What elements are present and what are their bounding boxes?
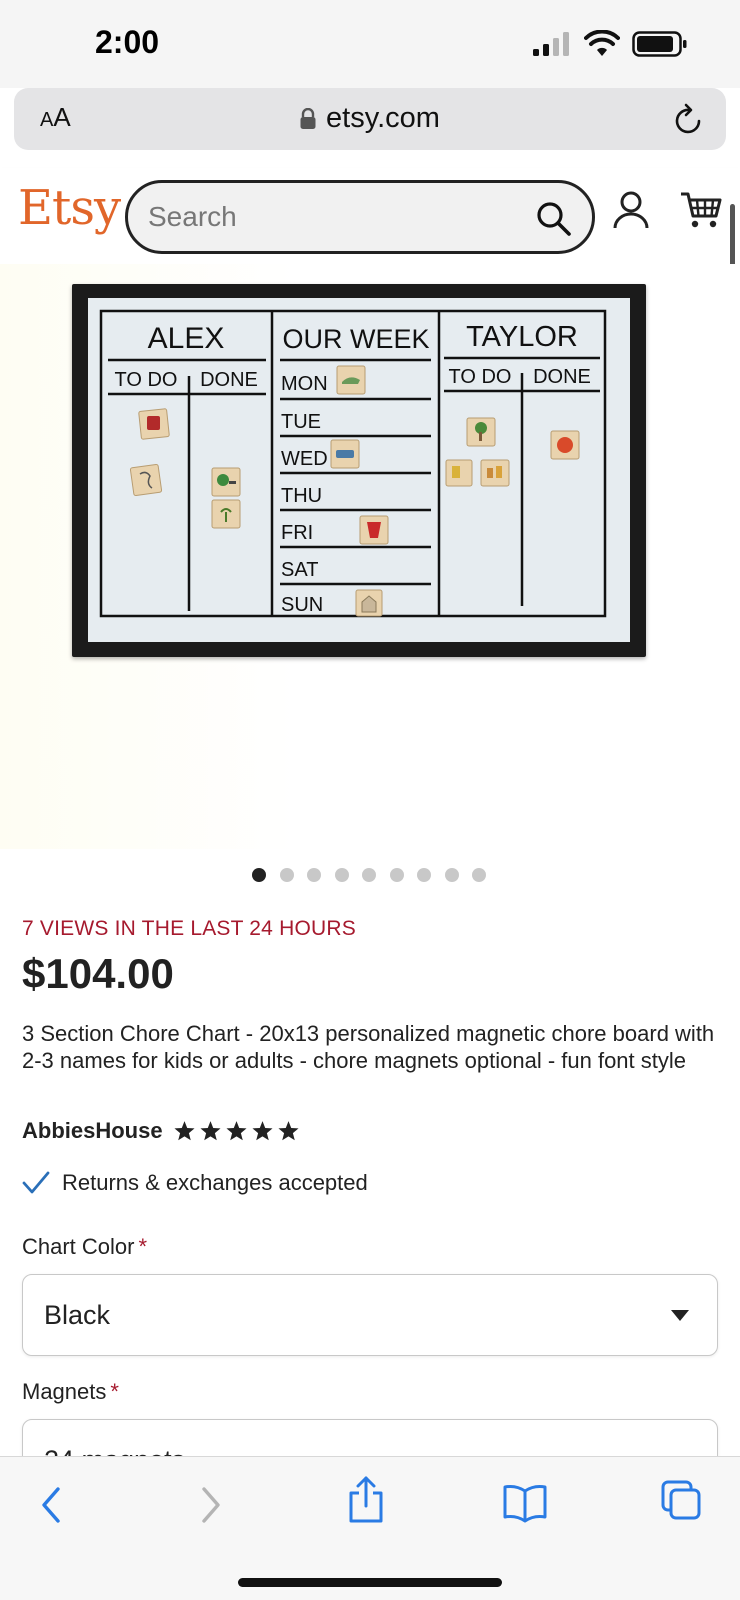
board-name-right: TAYLOR bbox=[466, 321, 578, 353]
star-icon bbox=[252, 1121, 273, 1141]
chore-magnet bbox=[550, 430, 580, 460]
cellular-signal-icon bbox=[533, 32, 569, 56]
back-icon[interactable] bbox=[36, 1483, 66, 1527]
search-input[interactable] bbox=[148, 197, 528, 237]
url-text: etsy.com bbox=[326, 102, 440, 134]
etsy-logo[interactable]: Etsy bbox=[18, 180, 121, 236]
share-icon[interactable] bbox=[346, 1475, 386, 1525]
chore-magnet bbox=[211, 499, 241, 529]
chore-magnet bbox=[129, 463, 163, 497]
day-label: SUN bbox=[281, 594, 323, 616]
cart-icon[interactable] bbox=[680, 190, 722, 230]
required-mark: * bbox=[138, 1234, 148, 1259]
shop-row[interactable]: AbbiesHouse bbox=[22, 1118, 300, 1144]
carousel-dot[interactable] bbox=[279, 868, 294, 882]
search-icon[interactable] bbox=[536, 201, 572, 237]
star-icon bbox=[278, 1121, 299, 1141]
lock-icon bbox=[300, 107, 316, 129]
carousel-dot[interactable] bbox=[389, 868, 404, 882]
chore-magnet bbox=[355, 589, 383, 617]
right-todo-label: TO DO bbox=[449, 366, 512, 388]
chore-magnet bbox=[445, 459, 473, 487]
chore-board: ALEX OUR WEEK TAYLOR TO DO DONE TO DO DO… bbox=[88, 298, 630, 642]
battery-icon bbox=[632, 31, 687, 57]
price: $104.00 bbox=[22, 950, 174, 997]
returns-row: Returns & exchanges accepted bbox=[22, 1170, 368, 1196]
url-display[interactable]: etsy.com bbox=[14, 102, 726, 135]
home-indicator bbox=[238, 1578, 502, 1587]
chore-magnet bbox=[359, 515, 389, 545]
day-label: MON bbox=[281, 373, 328, 395]
star-icon bbox=[200, 1121, 221, 1141]
bookmarks-icon[interactable] bbox=[502, 1483, 548, 1523]
carousel-dot[interactable] bbox=[252, 868, 266, 882]
day-label: TUE bbox=[281, 411, 321, 433]
status-time: 2:00 bbox=[95, 24, 160, 60]
carousel-dot[interactable] bbox=[334, 868, 349, 882]
carousel-dot[interactable] bbox=[307, 868, 321, 882]
shop-name[interactable]: AbbiesHouse bbox=[22, 1118, 163, 1144]
required-mark: * bbox=[110, 1379, 119, 1404]
star-icon bbox=[174, 1121, 195, 1141]
chore-magnet bbox=[466, 417, 496, 447]
board-name-left: ALEX bbox=[148, 322, 225, 355]
chore-magnet bbox=[336, 365, 366, 395]
chart-color-value: Black bbox=[44, 1300, 111, 1330]
etsy-header: Etsy bbox=[0, 168, 740, 264]
day-label: FRI bbox=[281, 522, 313, 544]
tabs-icon[interactable] bbox=[660, 1479, 702, 1521]
board-center-title: OUR WEEK bbox=[282, 324, 429, 354]
carousel-dot[interactable] bbox=[362, 868, 376, 882]
reload-icon[interactable] bbox=[674, 102, 704, 136]
chore-magnet bbox=[211, 467, 241, 497]
star-icon bbox=[226, 1121, 247, 1141]
chart-color-select[interactable]: Black bbox=[22, 1274, 718, 1356]
dropdown-arrow-icon bbox=[671, 1310, 689, 1321]
url-bar[interactable]: AA etsy.com bbox=[14, 88, 726, 150]
carousel-dot[interactable] bbox=[444, 868, 459, 882]
carousel-dots[interactable] bbox=[252, 868, 486, 882]
chore-magnet bbox=[330, 439, 360, 469]
day-label: WED bbox=[281, 448, 328, 470]
day-label: THU bbox=[281, 485, 322, 507]
chore-magnet bbox=[138, 408, 170, 440]
returns-text: Returns & exchanges accepted bbox=[62, 1170, 368, 1195]
carousel-dot[interactable] bbox=[417, 868, 431, 882]
day-label: SAT bbox=[281, 559, 318, 581]
chore-board-frame: ALEX OUR WEEK TAYLOR TO DO DONE TO DO DO… bbox=[72, 284, 646, 657]
forward-icon[interactable] bbox=[196, 1483, 226, 1527]
chart-color-label: Chart Color * bbox=[22, 1234, 148, 1259]
checkmark-icon bbox=[22, 1171, 50, 1194]
rating-stars[interactable] bbox=[173, 1120, 300, 1142]
views-count: 7 VIEWS IN THE LAST 24 HOURS bbox=[22, 917, 356, 940]
magnets-label: Magnets * bbox=[22, 1379, 119, 1404]
status-icons bbox=[532, 30, 688, 58]
right-done-label: DONE bbox=[533, 366, 591, 388]
product-image[interactable]: ALEX OUR WEEK TAYLOR TO DO DONE TO DO DO… bbox=[0, 264, 740, 849]
left-done-label: DONE bbox=[200, 369, 258, 391]
wifi-icon bbox=[584, 30, 620, 56]
carousel-dot[interactable] bbox=[472, 868, 486, 882]
left-todo-label: TO DO bbox=[115, 369, 178, 391]
chore-magnet bbox=[480, 459, 510, 487]
search-bar[interactable] bbox=[125, 180, 595, 254]
user-icon[interactable] bbox=[612, 190, 650, 230]
status-bar: 2:00 bbox=[0, 0, 740, 88]
product-title: 3 Section Chore Chart - 20x13 personaliz… bbox=[22, 1021, 715, 1073]
